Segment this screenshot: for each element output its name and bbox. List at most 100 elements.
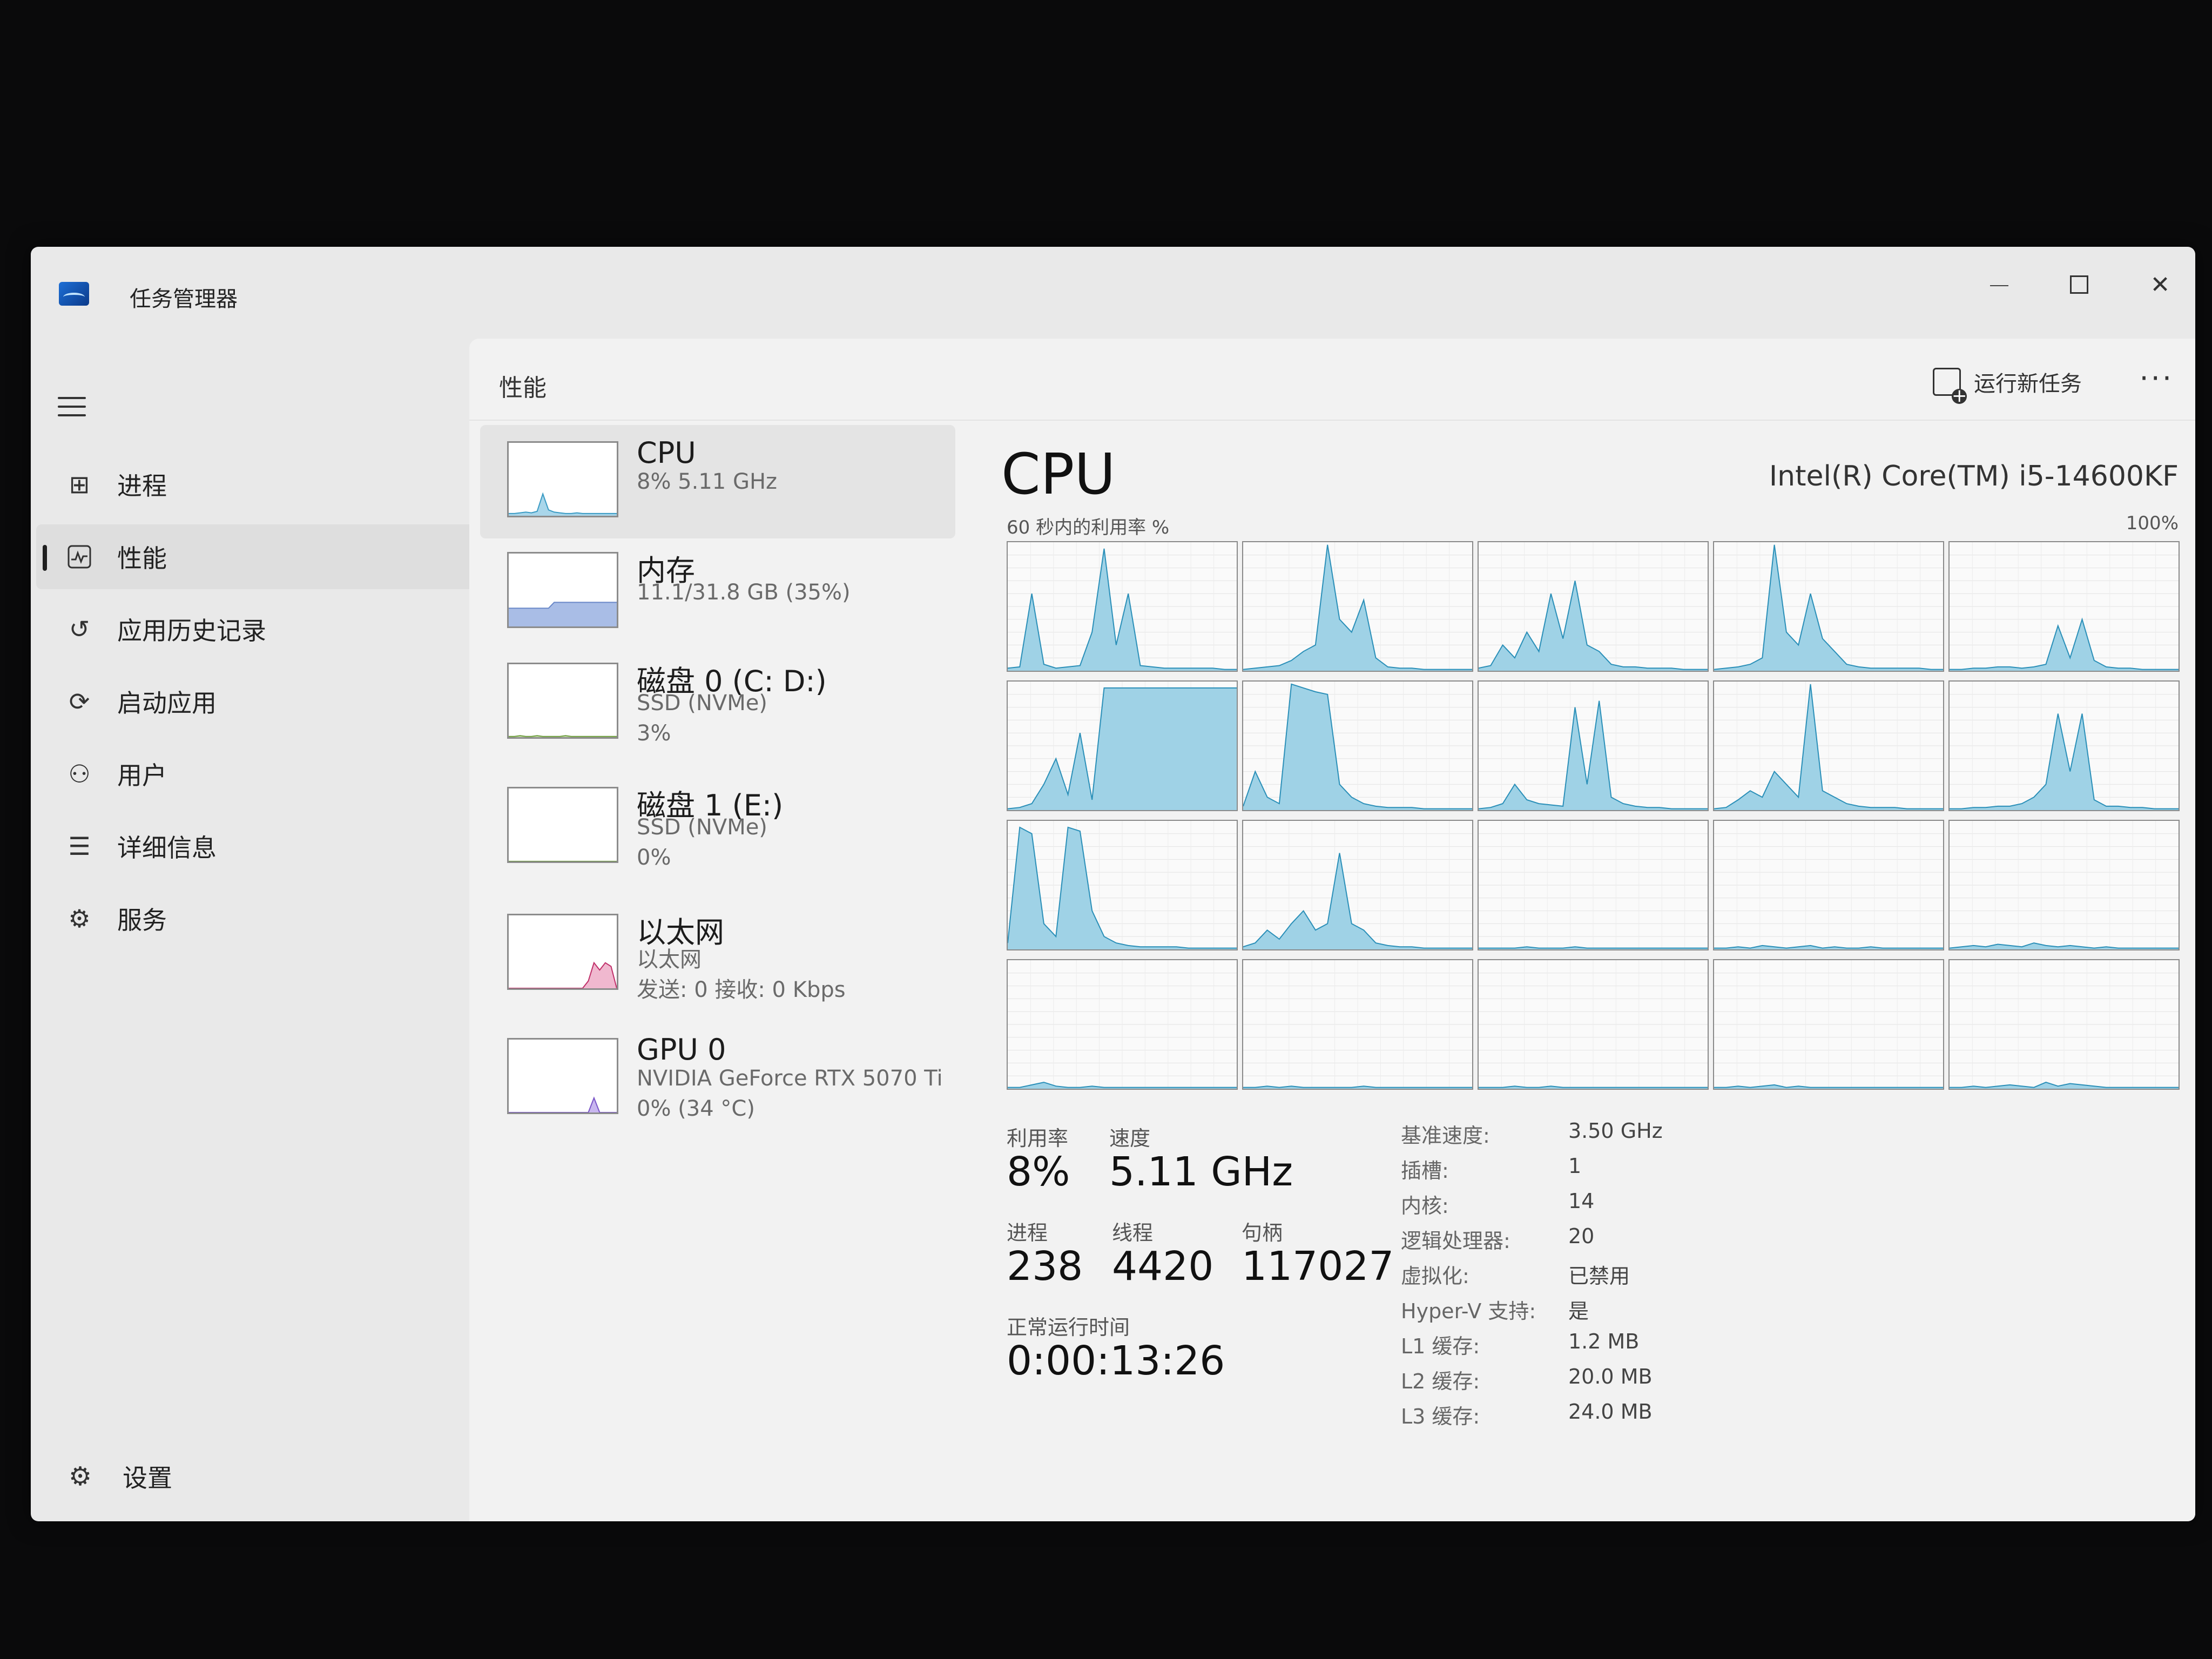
device-name: CPU <box>637 436 696 470</box>
sidebar-item-label: 用户 <box>117 761 167 790</box>
run-new-task-button[interactable]: 运行新任务 <box>1933 363 2082 404</box>
info-value-sockets: 1 <box>1568 1154 1582 1178</box>
core-graph-8 <box>1713 680 1944 811</box>
core-graph-2 <box>1478 541 1709 672</box>
info-value-hyperv: 是 <box>1568 1299 1589 1323</box>
core-graph-1 <box>1242 541 1473 672</box>
startup-apps-icon: ⟳ <box>69 687 90 716</box>
device-item-cpu[interactable]: CPU 8% 5.11 GHz <box>480 425 955 538</box>
core-graph-15 <box>1007 959 1238 1090</box>
cpu-core-graph-grid <box>1007 541 2180 1093</box>
info-key-hyperv: Hyper-V 支持: <box>1401 1299 1536 1323</box>
sidebar-item-services[interactable]: ⚙ 服务 <box>36 886 479 951</box>
sidebar-item-app-history[interactable]: ↺ 应用历史记录 <box>36 597 479 662</box>
device-detail: 11.1/31.8 GB (35%) <box>637 580 851 605</box>
device-item-disk1[interactable]: 磁盘 1 (E:) SSD (NVMe) 0% <box>480 771 955 884</box>
settings-button[interactable]: ⚙ 设置 <box>69 1459 172 1494</box>
hamburger-menu-icon[interactable] <box>58 397 86 419</box>
cpu-thumbnail-line <box>509 492 617 514</box>
max-percent-label: 100% <box>2126 512 2179 534</box>
core-graph-10 <box>1007 820 1238 950</box>
info-value-l3-cache: 24.0 MB <box>1568 1400 1653 1424</box>
app-title: 任务管理器 <box>130 287 238 312</box>
sidebar-item-label: 详细信息 <box>117 833 217 862</box>
cpu-thumbnail-graph <box>507 441 618 517</box>
memory-thumbnail-area <box>509 602 617 626</box>
threads-label: 线程 <box>1112 1221 1154 1245</box>
sidebar-item-processes[interactable]: ⊞ 进程 <box>36 452 479 517</box>
ethernet-thumbnail-area <box>509 962 617 988</box>
device-detail: 3% <box>637 721 671 746</box>
more-options-button[interactable]: ··· <box>2140 361 2174 395</box>
sidebar-item-label: 进程 <box>117 471 167 501</box>
core-16-series-line <box>1243 1085 1472 1088</box>
device-item-memory[interactable]: 内存 11.1/31.8 GB (35%) <box>480 536 955 649</box>
sidebar-item-label: 性能 <box>117 544 167 573</box>
device-name: GPU 0 <box>637 1033 726 1067</box>
core-graph-4 <box>1948 541 2180 672</box>
utilization-label: 利用率 <box>1007 1127 1069 1150</box>
cpu-detail-panel: CPU Intel(R) Core(TM) i5-14600KF 60 秒内的利… <box>1001 425 2180 1505</box>
handles-value: 117027 <box>1242 1243 1394 1290</box>
core-graph-6 <box>1242 680 1473 811</box>
device-item-disk0[interactable]: 磁盘 0 (C: D:) SSD (NVMe) 3% <box>480 646 955 760</box>
device-detail: 以太网 <box>637 947 702 972</box>
utilization-value: 8% <box>1007 1149 1070 1195</box>
page-header: 性能 运行新任务 ··· <box>469 339 2195 421</box>
device-detail: 0% (34 °C) <box>637 1096 755 1121</box>
maximize-icon <box>2070 275 2088 294</box>
utilization-axis-label: 60 秒内的利用率 % <box>1007 517 1170 538</box>
run-new-task-label: 运行新任务 <box>1974 372 2082 396</box>
gear-icon: ⚙ <box>69 1461 92 1492</box>
core-graph-5 <box>1007 680 1238 811</box>
uptime-value: 0:00:13:26 <box>1007 1338 1225 1384</box>
info-value-cores: 14 <box>1568 1189 1595 1213</box>
cpu-model: Intel(R) Core(TM) i5-14600KF <box>1769 460 2179 493</box>
core-5-series-area <box>1008 687 1237 810</box>
core-graph-11 <box>1242 820 1473 950</box>
cpu-title: CPU <box>1001 441 1116 507</box>
info-key-l2-cache: L2 缓存: <box>1401 1370 1480 1393</box>
handles-label: 句柄 <box>1242 1221 1283 1245</box>
sidebar: ⊞ 进程 性能 ↺ 应用历史记录 ⟳ 启动应用 ⚇ 用户 ☰ 详细信息 ⚙ 服务… <box>31 339 479 1521</box>
gpu-thumbnail-area <box>509 1098 617 1112</box>
sidebar-item-details[interactable]: ☰ 详细信息 <box>36 814 479 879</box>
info-key-l3-cache: L3 缓存: <box>1401 1405 1480 1428</box>
gpu-thumbnail-line <box>509 1096 617 1112</box>
task-manager-logo-icon <box>59 282 89 306</box>
sidebar-item-performance[interactable]: 性能 <box>36 524 479 589</box>
task-manager-window: 任务管理器 ✕ ⊞ 进程 性能 ↺ 应用历史记录 ⟳ 启动应用 ⚇ 用户 ☰ 详… <box>31 247 2195 1521</box>
processes-label: 进程 <box>1007 1221 1048 1245</box>
ethernet-thumbnail-graph <box>507 914 618 990</box>
main-panel: 性能 运行新任务 ··· CPU 8% 5.11 GHz 内存 11.1/31.… <box>469 339 2195 1521</box>
core-graph-19 <box>1948 959 2180 1090</box>
close-button[interactable]: ✕ <box>2125 263 2195 306</box>
info-key-virtualization: 虚拟化: <box>1401 1264 1469 1288</box>
minimize-button[interactable] <box>1964 263 2034 306</box>
processes-value: 238 <box>1007 1243 1083 1290</box>
sidebar-item-label: 应用历史记录 <box>117 616 266 645</box>
maximize-button[interactable] <box>2044 263 2114 306</box>
device-item-gpu0[interactable]: GPU 0 NVIDIA GeForce RTX 5070 Ti 0% (34 … <box>480 1022 955 1135</box>
device-item-ethernet[interactable]: 以太网 以太网 发送: 0 接收: 0 Kbps <box>480 898 955 1011</box>
services-icon: ⚙ <box>68 904 91 933</box>
device-detail: 8% 5.11 GHz <box>637 469 778 494</box>
speed-label: 速度 <box>1109 1127 1151 1150</box>
core-graph-12 <box>1478 820 1709 950</box>
device-detail: SSD (NVMe) <box>637 815 767 840</box>
info-key-logical-processors: 逻辑处理器: <box>1401 1229 1510 1253</box>
sidebar-item-users[interactable]: ⚇ 用户 <box>36 741 479 806</box>
core-graph-14 <box>1948 820 2180 950</box>
core-graph-17 <box>1478 959 1709 1090</box>
core-graph-7 <box>1478 680 1709 811</box>
close-icon: ✕ <box>2150 271 2170 299</box>
core-graph-13 <box>1713 820 1944 950</box>
title-bar: 任务管理器 ✕ <box>31 247 2195 339</box>
device-detail: 0% <box>637 845 671 870</box>
info-key-sockets: 插槽: <box>1401 1159 1449 1183</box>
sidebar-item-label: 服务 <box>117 906 167 935</box>
details-icon: ☰ <box>68 832 91 861</box>
core-graph-16 <box>1242 959 1473 1090</box>
sidebar-item-startup-apps[interactable]: ⟳ 启动应用 <box>36 669 479 734</box>
info-value-base-speed: 3.50 GHz <box>1568 1119 1663 1143</box>
